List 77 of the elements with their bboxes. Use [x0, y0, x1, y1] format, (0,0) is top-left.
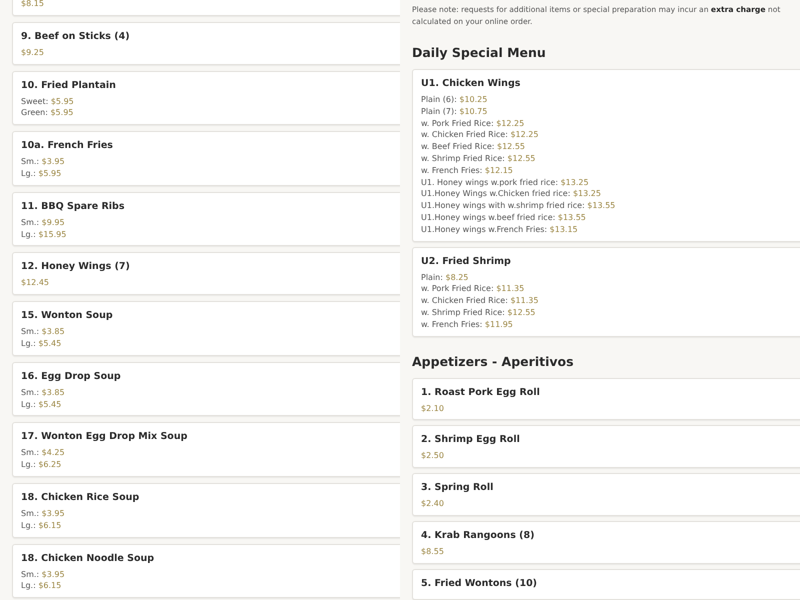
price-line: U1. Honey wings w.pork fried rice: $13.25	[421, 176, 590, 188]
price-line: w. Chicken Fried Rice: $11.35	[421, 295, 540, 307]
section-heading: Daily Special Menu	[412, 45, 547, 60]
price-line: $12.45	[21, 277, 50, 290]
price-line: Green: $5.95	[21, 107, 74, 120]
price-line: Sm.: $3.95	[21, 508, 66, 520]
item-name: 3. Spring Roll	[421, 481, 494, 496]
menu-card[interactable]: 16. Egg Drop Soup Sm.: $3.85 Lg.: $5.45	[12, 362, 400, 416]
item-name: 18. Chicken Noodle Soup	[21, 552, 156, 566]
menu-card[interactable]: 12. Honey Wings (7) $12.45	[12, 252, 400, 296]
price-line: Lg.: $6.15	[21, 520, 62, 532]
price-line: Plain (6): $10.25	[421, 94, 488, 106]
menu-card[interactable]: 18. Chicken Rice Soup Sm.: $3.95 Lg.: $6.15	[12, 482, 400, 538]
item-name: 11. BBQ Spare Ribs	[21, 200, 126, 214]
price-line: w. Beef Fried Rice: $12.55	[421, 141, 526, 153]
item-name: 16. Egg Drop Soup	[21, 370, 122, 384]
price-line: Sm.: $3.95	[21, 156, 66, 168]
price-line: $8.55	[421, 546, 445, 558]
menu-card[interactable]: 9. Beef on Sticks (4) $9.25	[12, 22, 400, 65]
item-name: 1. Roast Pork Egg Roll	[421, 386, 541, 400]
price-line: Plain: $8.25	[421, 272, 470, 284]
menu-card[interactable]: 2. Shrimp Egg Roll $2.50	[412, 425, 800, 468]
price-line: $2.50	[421, 450, 445, 462]
price-line: U1.Honey wings with w.shrimp fried rice: $13.55	[421, 200, 616, 212]
price-line: w. Pork Fried Rice: $11.35	[421, 283, 526, 296]
item-name: 12. Honey Wings (7)	[21, 260, 131, 274]
item-name: 18. Chicken Rice Soup	[21, 490, 140, 505]
menu-card[interactable]: 10. Fried Plantain Sweet: $5.95 Green: $5.95	[12, 70, 400, 126]
price-line: U1.Honey wings w.beef fried rice: $13.55	[421, 212, 587, 224]
price-line: U1.Honey Wings w.Chicken fried rice: $13.25	[421, 188, 602, 200]
item-name: 10a. French Fries	[21, 139, 114, 154]
item-name: U2. Fried Shrimp	[421, 254, 512, 269]
price-line: Lg.: $6.25	[21, 459, 62, 471]
price-line: w. French Fries: $12.15	[421, 164, 514, 177]
menu-card[interactable]: 17. Wonton Egg Drop Mix Soup Sm.: $4.25 Lg.: $6.25	[12, 422, 400, 477]
price-line: Plain (7): $10.75	[421, 106, 488, 118]
price-line: Lg.: $5.45	[21, 338, 62, 350]
menu-card[interactable]: 18. Chicken Noodle Soup Sm.: $3.95 Lg.: $6.15	[12, 544, 400, 598]
price-line: w. French Fries: $11.95	[421, 318, 514, 331]
price-line: w. Shrimp Fried Rice: $12.55	[421, 152, 536, 165]
menu-card[interactable]: $8.15	[12, 0, 400, 16]
price-line: $2.10	[421, 402, 445, 414]
item-name: U1. Chicken Wings	[421, 77, 522, 91]
price-line: w. Pork Fried Rice: $12.25	[421, 118, 526, 130]
price-line: Sweet: $5.95	[21, 96, 75, 108]
menu-card[interactable]: 11. BBQ Spare Ribs Sm.: $9.95 Lg.: $15.95	[12, 192, 400, 246]
item-name: 9. Beef on Sticks (4)	[21, 30, 131, 44]
price-line: w. Shrimp Fried Rice: $12.55	[421, 306, 536, 319]
item-name: 15. Wonton Soup	[21, 309, 114, 324]
price-line: Sm.: $3.85	[21, 386, 66, 399]
menu-card[interactable]: U2. Fried Shrimp Plain: $8.25 w. Pork Fried Rice: $11.35 w. Chicken Fried Rice: $11.35 w. Shrimp Fried Rice: $12.55 w. French Fries: $11.95	[412, 246, 800, 337]
item-name: 4. Krab Rangoons (8)	[421, 528, 536, 543]
price-line: Lg.: $5.45	[21, 398, 62, 410]
item-name: 2. Shrimp Egg Roll	[421, 433, 521, 448]
menu-card[interactable]: 3. Spring Roll $2.40	[412, 473, 800, 516]
item-name: 5. Fried Wontons (10)	[421, 576, 538, 591]
price-line: w. Chicken Fried Rice: $12.25	[421, 129, 540, 142]
price-line: $9.25	[21, 46, 45, 59]
menu-card[interactable]: 1. Roast Pork Egg Roll $2.10	[412, 378, 800, 420]
price-line: Sm.: $4.25	[21, 447, 66, 460]
menu-card[interactable]: 10a. French Fries Sm.: $3.95 Lg.: $5.95	[12, 131, 400, 186]
price-line: Lg.: $15.95	[21, 228, 68, 240]
price-line: Lg.: $5.95	[21, 168, 62, 180]
menu-card[interactable]	[412, 69, 800, 242]
menu-card[interactable]: 4. Krab Rangoons (8) $8.55	[412, 520, 800, 564]
price-line: Sm.: $3.85	[21, 326, 66, 338]
menu-card[interactable]: 5. Fried Wontons (10)	[412, 568, 800, 600]
price-line: U1.Honey wings w.French Fries: $13.15	[421, 224, 579, 236]
item-name: 10. Fried Plantain	[21, 78, 117, 93]
price-line: $2.40	[421, 498, 445, 510]
price-line: Sm.: $9.95	[21, 216, 66, 229]
menu-card[interactable]: 15. Wonton Soup Sm.: $3.85 Lg.: $5.45	[12, 301, 400, 356]
item-name: 17. Wonton Egg Drop Mix Soup	[21, 430, 188, 444]
price-line: Sm.: $3.95	[21, 568, 66, 580]
price-line: Lg.: $6.15	[21, 580, 62, 592]
price-line: $8.15	[21, 0, 45, 10]
section-heading: Appetizers - Aperitivos	[412, 354, 575, 369]
